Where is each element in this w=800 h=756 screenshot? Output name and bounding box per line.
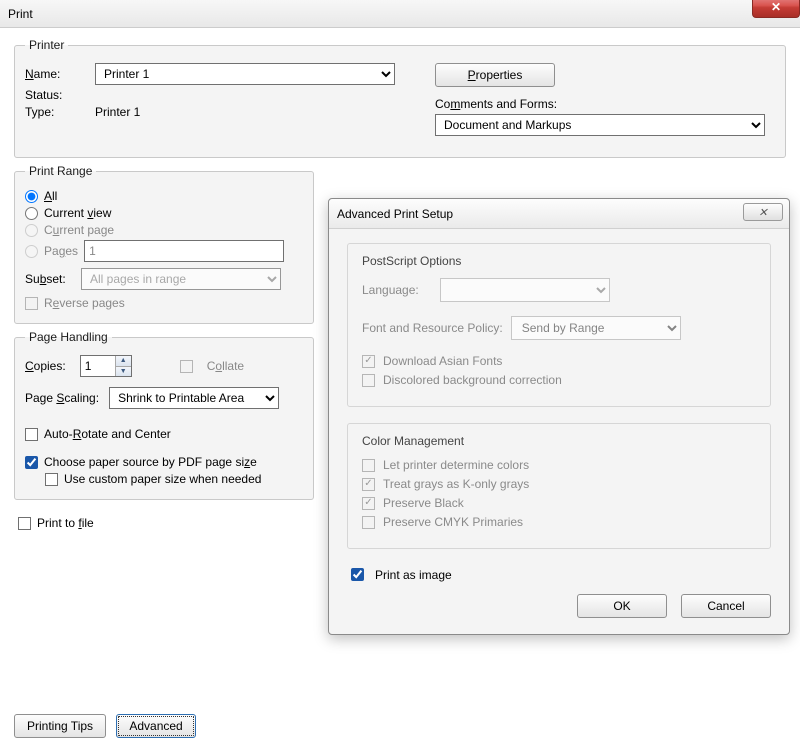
print-range-legend: Print Range (25, 164, 96, 178)
print-titlebar: Print ✕ (0, 0, 800, 28)
advanced-print-setup-dialog: Advanced Print Setup ✕ PostScript Option… (328, 198, 790, 635)
language-label: Language: (362, 283, 432, 297)
subset-select: All pages in range (81, 268, 281, 290)
adv-close-button[interactable]: ✕ (743, 203, 783, 221)
copies-label: Copies: (25, 359, 66, 373)
properties-button[interactable]: Properties (435, 63, 555, 87)
advanced-button[interactable]: Advanced (116, 714, 196, 738)
adv-body: PostScript Options Language: Font and Re… (329, 229, 789, 634)
let-printer-label: Let printer determine colors (383, 458, 529, 472)
collate-label: Collate (207, 359, 244, 373)
choose-paper-label: Choose paper source by PDF page size (44, 455, 257, 469)
page-handling-legend: Page Handling (25, 330, 112, 344)
range-all-label: All (44, 189, 57, 203)
custom-paper-checkbox[interactable] (45, 473, 58, 486)
range-current-page-radio (25, 224, 38, 237)
type-label: Type: (25, 105, 95, 119)
status-label: Status: (25, 88, 95, 102)
range-pages-input (84, 240, 284, 262)
printer-group: Printer Name: Printer 1 Status: Type: Pr… (14, 38, 786, 158)
adv-title: Advanced Print Setup (337, 207, 453, 221)
page-scaling-label: Page Scaling: (25, 391, 99, 405)
close-icon: ✕ (758, 206, 767, 219)
type-value: Printer 1 (95, 105, 140, 119)
print-as-image-label: Print as image (375, 568, 452, 582)
treat-grays-label: Treat grays as K-only grays (383, 477, 529, 491)
treat-grays-checkbox: ✓ (362, 478, 375, 491)
reverse-pages-checkbox (25, 297, 38, 310)
postscript-options-legend: PostScript Options (362, 254, 756, 268)
custom-paper-label: Use custom paper size when needed (64, 472, 261, 486)
comments-forms-select[interactable]: Document and Markups (435, 114, 765, 136)
discolored-checkbox (362, 374, 375, 387)
auto-rotate-label: Auto-Rotate and Center (44, 427, 171, 441)
subset-label: Subset: (25, 272, 81, 286)
printer-name-select[interactable]: Printer 1 (95, 63, 395, 85)
printing-tips-button[interactable]: Printing Tips (14, 714, 106, 738)
download-asian-checkbox: ✓ (362, 355, 375, 368)
language-select (440, 278, 610, 302)
preserve-cmyk-checkbox (362, 516, 375, 529)
copies-up[interactable]: ▲ (116, 356, 131, 367)
preserve-black-label: Preserve Black (383, 496, 464, 510)
print-as-image-checkbox[interactable] (351, 568, 364, 581)
download-asian-label: Download Asian Fonts (383, 354, 502, 368)
reverse-pages-label: Reverse pages (44, 296, 125, 310)
print-range-group: Print Range All Current view Current pag… (14, 164, 314, 324)
let-printer-checkbox (362, 459, 375, 472)
color-management-group: Color Management Let printer determine c… (347, 423, 771, 549)
copies-down[interactable]: ▼ (116, 367, 131, 377)
font-policy-select: Send by Range (511, 316, 681, 340)
close-button[interactable]: ✕ (752, 0, 800, 18)
page-scaling-select[interactable]: Shrink to Printable Area (109, 387, 279, 409)
postscript-options-group: PostScript Options Language: Font and Re… (347, 243, 771, 407)
auto-rotate-checkbox[interactable] (25, 428, 38, 441)
range-pages-radio (25, 245, 38, 258)
color-management-legend: Color Management (362, 434, 756, 448)
comments-forms-label: Comments and Forms: (435, 97, 557, 111)
range-pages-label: Pages (44, 244, 78, 258)
adv-titlebar: Advanced Print Setup ✕ (329, 199, 789, 229)
range-all-radio[interactable] (25, 190, 38, 203)
range-current-view-label: Current view (44, 206, 111, 220)
print-to-file-checkbox[interactable] (18, 517, 31, 530)
choose-paper-checkbox[interactable] (25, 456, 38, 469)
print-to-file-label: Print to file (37, 516, 94, 530)
font-policy-label: Font and Resource Policy: (362, 321, 503, 335)
window-title: Print (8, 7, 33, 21)
range-current-page-label: Current page (44, 223, 114, 237)
discolored-label: Discolored background correction (383, 373, 562, 387)
adv-ok-button[interactable]: OK (577, 594, 667, 618)
preserve-black-checkbox: ✓ (362, 497, 375, 510)
page-handling-group: Page Handling Copies: ▲ ▼ Collate Page S… (14, 330, 314, 500)
printer-legend: Printer (25, 38, 68, 52)
adv-cancel-button[interactable]: Cancel (681, 594, 771, 618)
preserve-cmyk-label: Preserve CMYK Primaries (383, 515, 523, 529)
close-icon: ✕ (771, 0, 781, 14)
copies-spinbox[interactable]: ▲ ▼ (80, 355, 132, 377)
range-current-view-radio[interactable] (25, 207, 38, 220)
copies-input[interactable] (81, 356, 115, 376)
name-label: Name: (25, 67, 95, 81)
print-body: Printer Name: Printer 1 Status: Type: Pr… (0, 28, 800, 756)
collate-checkbox (180, 360, 193, 373)
